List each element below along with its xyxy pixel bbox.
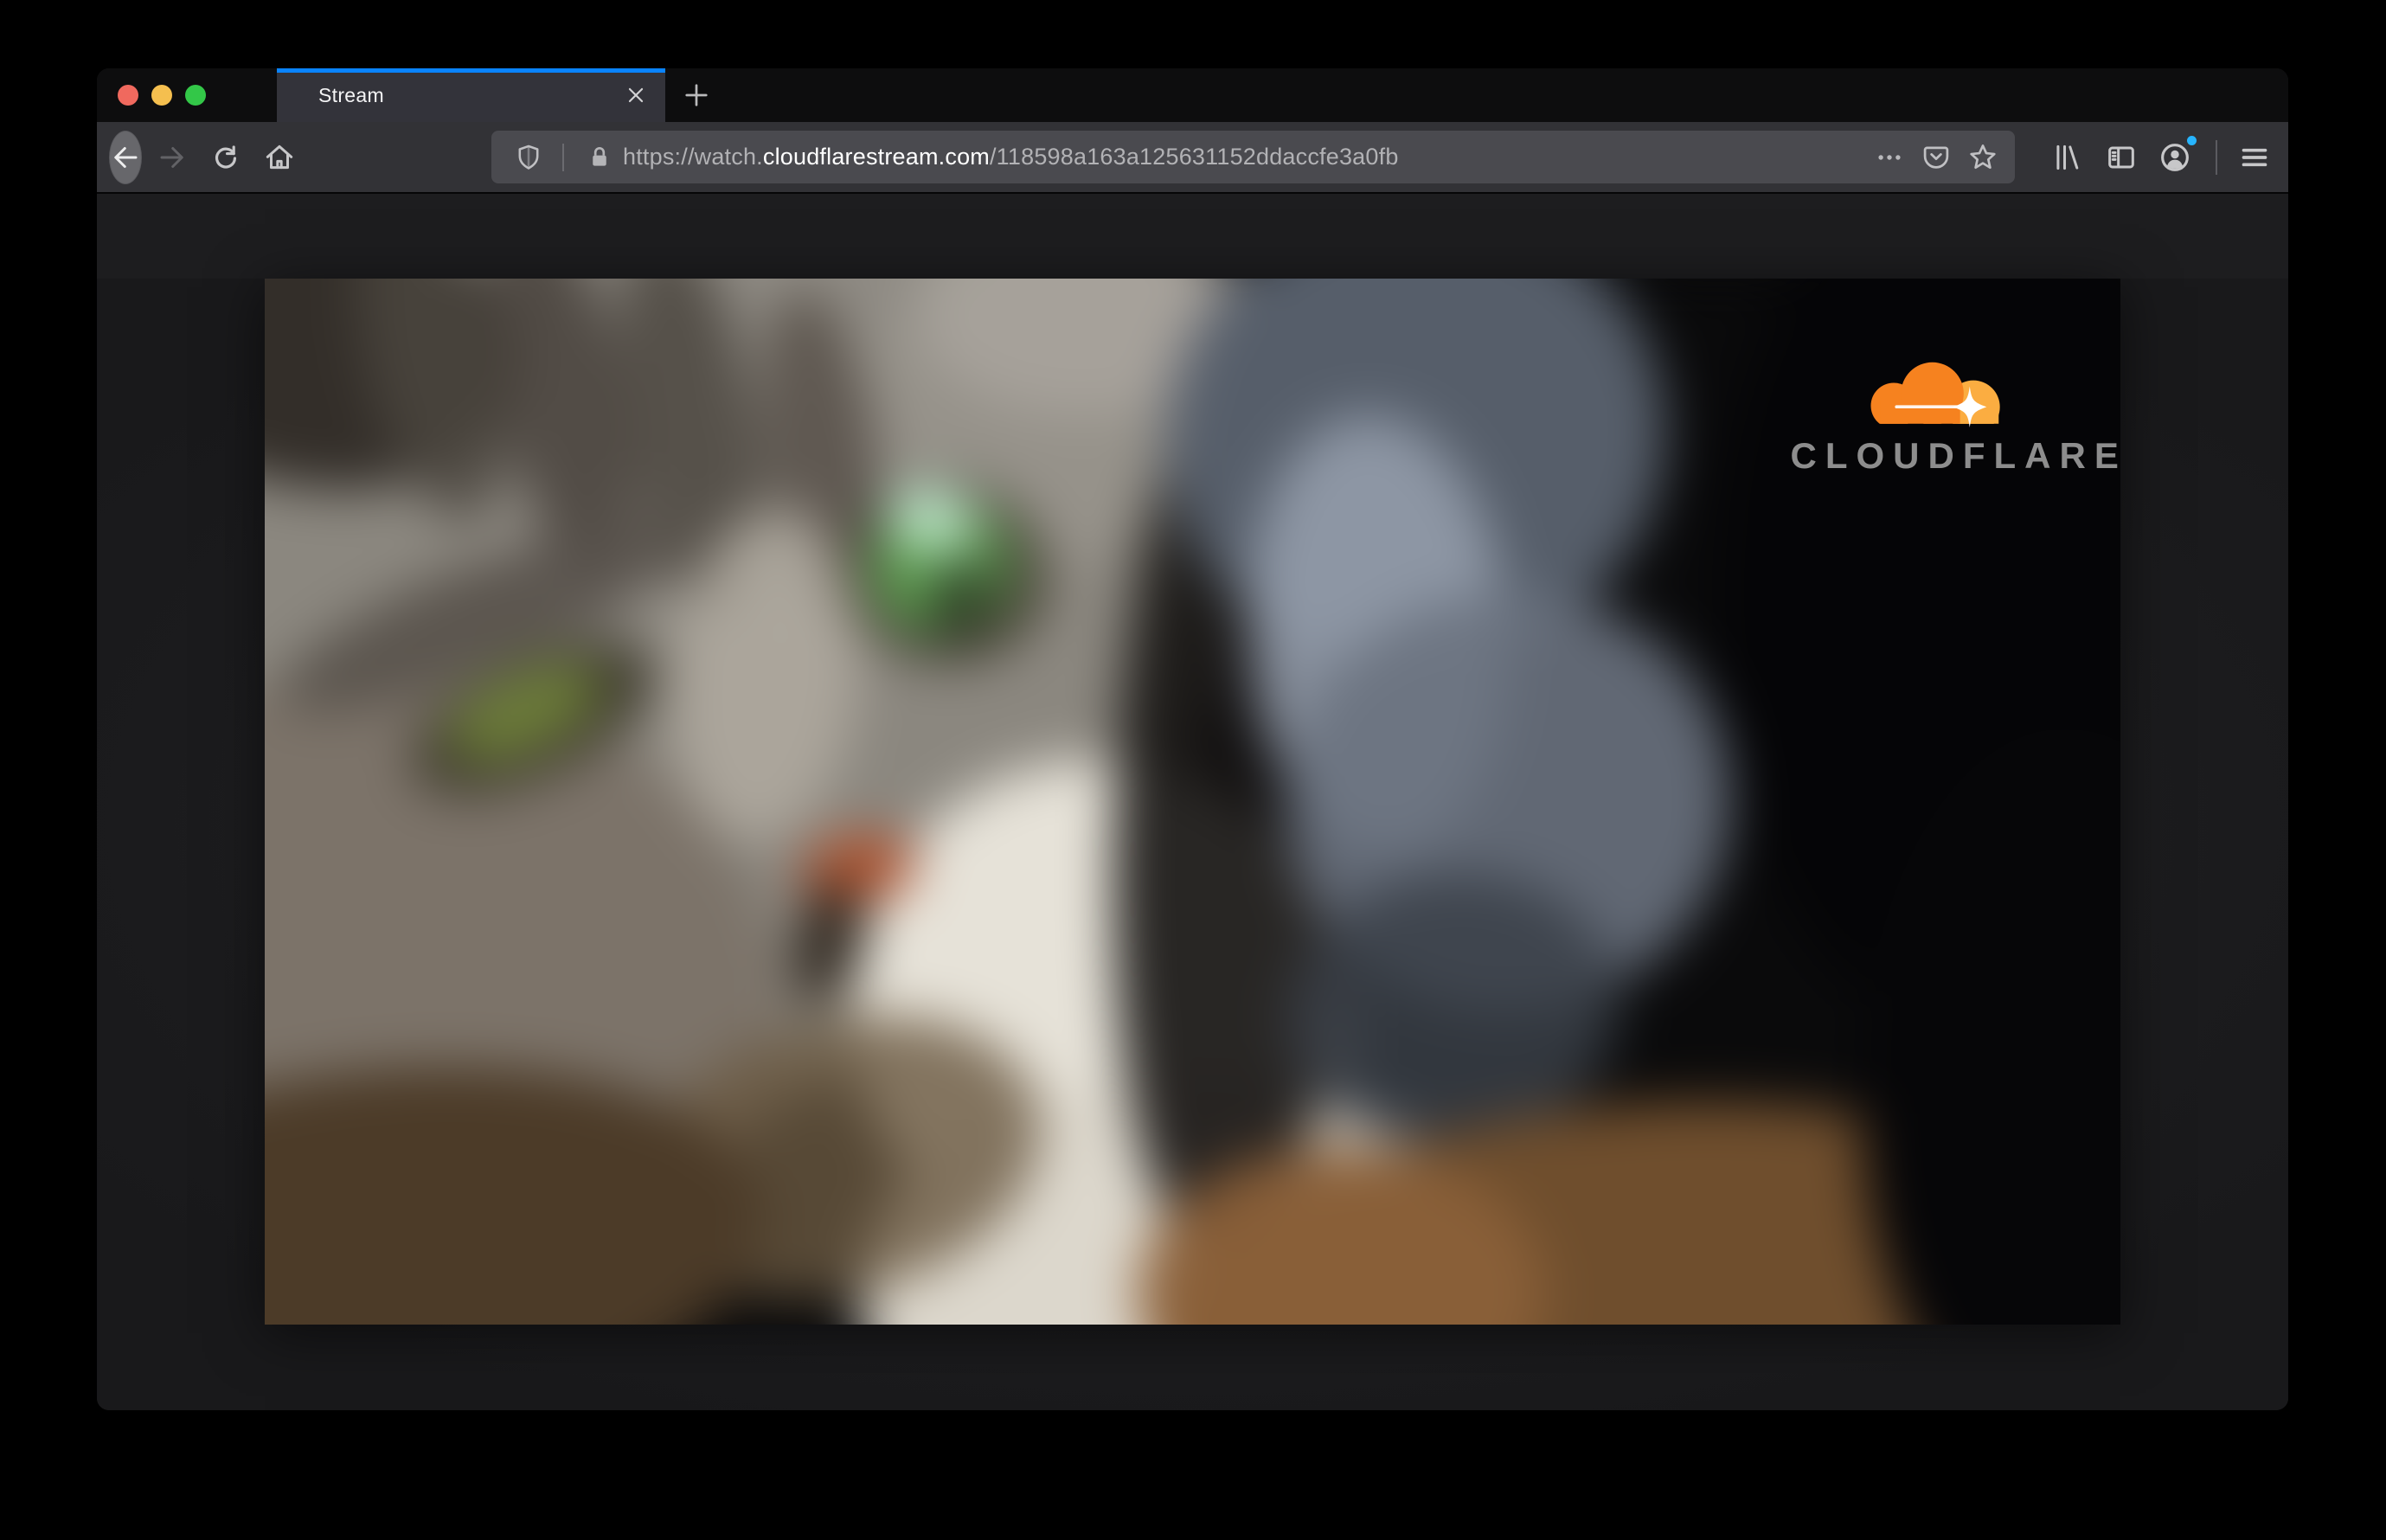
browser-window: Stream https://watch.cloudflarestream.co…: [97, 68, 2288, 1410]
close-window-button[interactable]: [118, 85, 138, 106]
url-text[interactable]: https://watch.cloudflarestream.com/11859…: [623, 144, 1866, 170]
titlebar: Stream: [97, 68, 2288, 122]
page-content: CLOUDFLARE™: [97, 279, 2288, 1410]
home-icon[interactable]: [254, 132, 305, 183]
tab-stream[interactable]: Stream: [277, 68, 665, 122]
library-icon[interactable]: [2043, 132, 2093, 183]
url-path: /118598a163a125631152ddaccfe3a0fb: [989, 144, 1399, 170]
lock-icon[interactable]: [576, 134, 623, 181]
urlbar-separator: [562, 143, 564, 171]
toolbar-separator: [2216, 139, 2217, 175]
back-icon[interactable]: [109, 130, 142, 184]
cat-blob: [821, 842, 885, 878]
url-prefix: https://watch.: [623, 144, 763, 170]
url-bar[interactable]: https://watch.cloudflarestream.com/11859…: [491, 131, 2015, 183]
window-controls: [118, 68, 206, 122]
sidebar-icon[interactable]: [2096, 132, 2146, 183]
account-icon[interactable]: [2150, 132, 2200, 183]
minimize-window-button[interactable]: [151, 85, 172, 106]
forward-icon: [147, 132, 197, 183]
new-tab-icon[interactable]: [673, 75, 720, 115]
account-notification-badge: [2185, 133, 2198, 147]
tracking-shield-icon[interactable]: [505, 134, 552, 181]
cloudflare-watermark: CLOUDFLARE™: [1790, 354, 2120, 477]
pocket-icon[interactable]: [1913, 134, 1959, 181]
page-actions-icon[interactable]: [1866, 134, 1913, 181]
cloudflare-cloud-icon: [1870, 362, 2000, 428]
url-domain: cloudflarestream.com: [762, 144, 990, 170]
toolbar-right-group: [2043, 132, 2283, 183]
close-tab-icon[interactable]: [619, 78, 653, 112]
video-player[interactable]: CLOUDFLARE™: [265, 279, 2120, 1325]
reload-icon[interactable]: [201, 132, 251, 183]
cloudflare-brand-text: CLOUDFLARE™: [1790, 435, 2120, 477]
navigation-toolbar: https://watch.cloudflarestream.com/11859…: [97, 122, 2288, 194]
menu-icon[interactable]: [2229, 132, 2280, 183]
zoom-window-button[interactable]: [185, 85, 206, 106]
tab-title: Stream: [318, 83, 384, 106]
bookmark-star-icon[interactable]: [1959, 134, 2006, 181]
